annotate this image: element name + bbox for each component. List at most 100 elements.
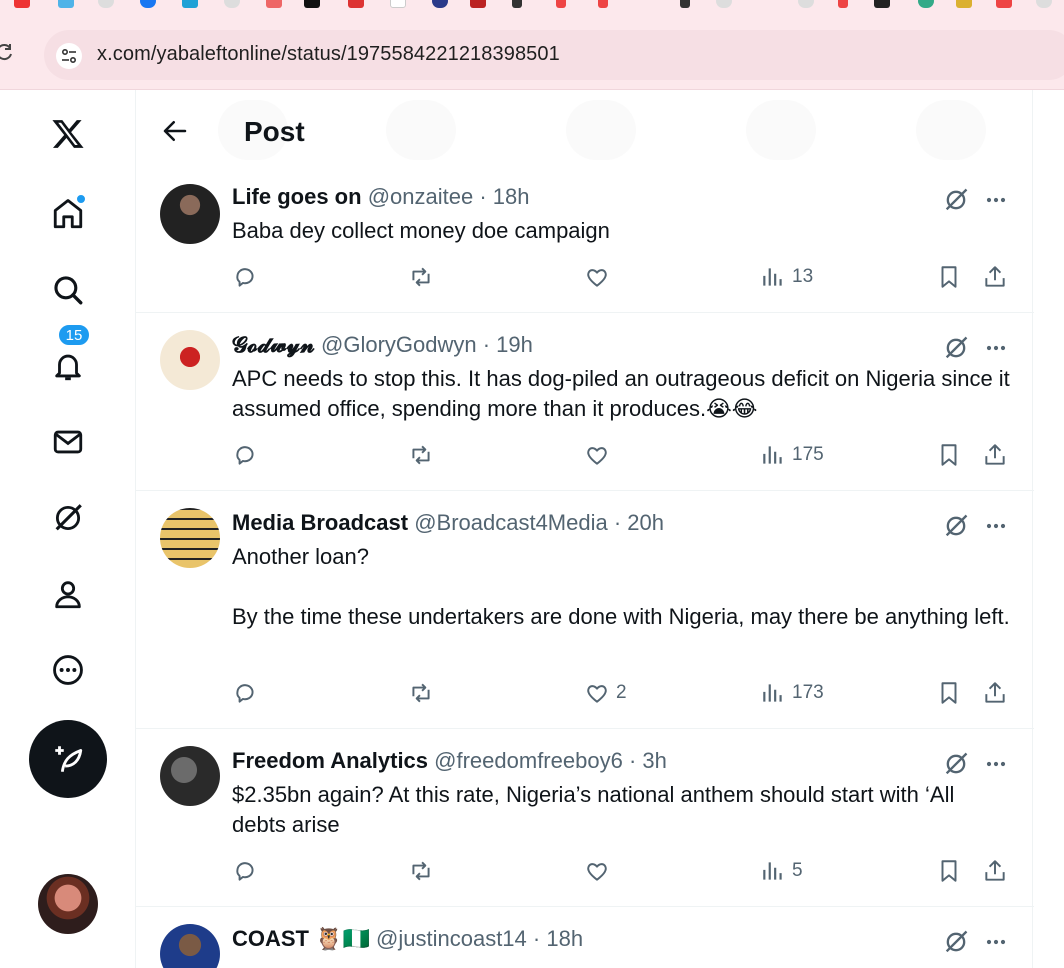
notifications-icon[interactable]: 15 xyxy=(36,324,100,398)
bookmark-icon[interactable] xyxy=(390,0,406,8)
share-button[interactable] xyxy=(982,676,1008,710)
bookmark-button[interactable] xyxy=(936,676,962,710)
messages-icon[interactable] xyxy=(36,410,100,474)
bookmark-icon[interactable] xyxy=(716,0,732,8)
bookmark-icon[interactable] xyxy=(348,0,364,8)
user-avatar[interactable] xyxy=(160,746,220,806)
bookmark-icon[interactable] xyxy=(680,0,690,8)
reply-tweet[interactable]: Freedom Analytics @freedomfreeboy6 · 3h … xyxy=(136,729,1034,907)
views-button[interactable]: 13 xyxy=(760,260,813,294)
repost-button[interactable] xyxy=(408,854,434,888)
reload-icon[interactable] xyxy=(0,42,14,68)
like-button[interactable] xyxy=(584,854,610,888)
reply-button[interactable] xyxy=(232,260,258,294)
reply-button[interactable] xyxy=(232,676,258,710)
bookmark-icon[interactable] xyxy=(798,0,814,8)
bookmark-icon[interactable] xyxy=(956,0,972,8)
user-avatar[interactable] xyxy=(160,508,220,568)
bookmark-icon[interactable] xyxy=(98,0,114,8)
bookmark-button[interactable] xyxy=(936,260,962,294)
bookmark-button[interactable] xyxy=(936,438,962,472)
post-time[interactable]: · 3h xyxy=(629,748,667,773)
repost-button[interactable] xyxy=(408,676,434,710)
user-handle[interactable]: @freedomfreeboy6 xyxy=(434,748,623,773)
like-button[interactable] xyxy=(584,438,610,472)
notifications-badge: 15 xyxy=(58,324,90,346)
bookmark-button[interactable] xyxy=(936,854,962,888)
more-options-icon[interactable] xyxy=(982,186,1010,214)
grok-icon[interactable] xyxy=(942,750,970,778)
share-button[interactable] xyxy=(982,438,1008,472)
user-avatar[interactable] xyxy=(160,924,220,968)
bookmark-icon[interactable] xyxy=(266,0,282,8)
reply-button[interactable] xyxy=(232,854,258,888)
account-avatar[interactable] xyxy=(38,874,98,934)
display-name[interactable]: Life goes on xyxy=(232,184,362,209)
bookmark-icon[interactable] xyxy=(874,0,890,8)
x-logo-icon[interactable] xyxy=(36,102,100,166)
grok-icon[interactable] xyxy=(942,928,970,956)
bookmark-icon[interactable] xyxy=(512,0,522,8)
bookmark-icon[interactable] xyxy=(182,0,198,8)
user-avatar[interactable] xyxy=(160,184,220,244)
post-time[interactable]: · 18h xyxy=(479,184,529,209)
bookmark-icon[interactable] xyxy=(996,0,1012,8)
site-info-icon[interactable] xyxy=(56,43,82,69)
more-circle-icon[interactable] xyxy=(36,638,100,702)
back-arrow-icon[interactable] xyxy=(160,116,190,146)
reply-button[interactable] xyxy=(232,438,258,472)
post-time[interactable]: · 20h xyxy=(614,510,664,535)
more-options-icon[interactable] xyxy=(982,334,1010,362)
user-handle[interactable]: @justincoast14 xyxy=(376,926,527,951)
bookmark-icon[interactable] xyxy=(224,0,240,8)
bookmark-icon[interactable] xyxy=(58,0,74,8)
url-text[interactable]: x.com/yabaleftonline/status/197558422121… xyxy=(97,43,560,66)
user-handle[interactable]: @GloryGodwyn xyxy=(321,332,477,357)
grok-icon[interactable] xyxy=(36,486,100,550)
home-icon[interactable] xyxy=(36,182,100,246)
post-time[interactable]: · 19h xyxy=(483,332,533,357)
like-button[interactable]: 2 xyxy=(584,676,627,710)
repost-button[interactable] xyxy=(408,260,434,294)
bookmark-icon[interactable] xyxy=(432,0,448,8)
display-name[interactable]: COAST 🦉🇳🇬 xyxy=(232,926,370,951)
like-button[interactable] xyxy=(584,260,610,294)
bookmark-icon[interactable] xyxy=(470,0,486,8)
views-button[interactable]: 173 xyxy=(760,676,824,710)
more-options-icon[interactable] xyxy=(982,512,1010,540)
share-button[interactable] xyxy=(982,260,1008,294)
user-handle[interactable]: @onzaitee xyxy=(368,184,474,209)
search-icon[interactable] xyxy=(36,258,100,322)
user-avatar[interactable] xyxy=(160,330,220,390)
repost-button[interactable] xyxy=(408,438,434,472)
more-options-icon[interactable] xyxy=(982,750,1010,778)
share-button[interactable] xyxy=(982,854,1008,888)
display-name[interactable]: Freedom Analytics xyxy=(232,748,428,773)
bookmark-icon[interactable] xyxy=(598,0,608,8)
bookmark-icon[interactable] xyxy=(1036,0,1052,8)
grok-icon[interactable] xyxy=(942,512,970,540)
reply-tweet[interactable]: Life goes on @onzaitee · 18h Baba dey co… xyxy=(136,172,1034,313)
post-time[interactable]: · 18h xyxy=(533,926,583,951)
grok-icon[interactable] xyxy=(942,186,970,214)
grok-icon[interactable] xyxy=(942,334,970,362)
compose-post-button[interactable] xyxy=(29,720,107,798)
reply-tweet[interactable]: COAST 🦉🇳🇬 @justincoast14 · 18h xyxy=(136,907,1034,968)
user-handle[interactable]: @Broadcast4Media xyxy=(414,510,608,535)
bookmark-icon[interactable] xyxy=(14,0,30,8)
display-name[interactable]: Media Broadcast xyxy=(232,510,408,535)
profile-icon[interactable] xyxy=(36,562,100,626)
display-name[interactable]: 𝓖𝓸𝓭𝔀𝔂𝓷 xyxy=(232,332,315,357)
views-button[interactable]: 5 xyxy=(760,854,803,888)
more-options-icon[interactable] xyxy=(982,928,1010,956)
bookmark-icon[interactable] xyxy=(556,0,566,8)
bookmark-icon[interactable] xyxy=(140,0,156,8)
omnibox[interactable]: x.com/yabaleftonline/status/197558422121… xyxy=(44,30,1064,80)
reply-tweet[interactable]: 𝓖𝓸𝓭𝔀𝔂𝓷 @GloryGodwyn · 19h APC needs to s… xyxy=(136,313,1034,491)
bookmark-icon[interactable] xyxy=(304,0,320,8)
bookmark-icon[interactable] xyxy=(838,0,848,8)
reply-tweet[interactable]: Media Broadcast @Broadcast4Media · 20h A… xyxy=(136,491,1034,729)
feather-plus-icon xyxy=(55,746,83,772)
bookmark-icon[interactable] xyxy=(918,0,934,8)
views-button[interactable]: 175 xyxy=(760,438,824,472)
